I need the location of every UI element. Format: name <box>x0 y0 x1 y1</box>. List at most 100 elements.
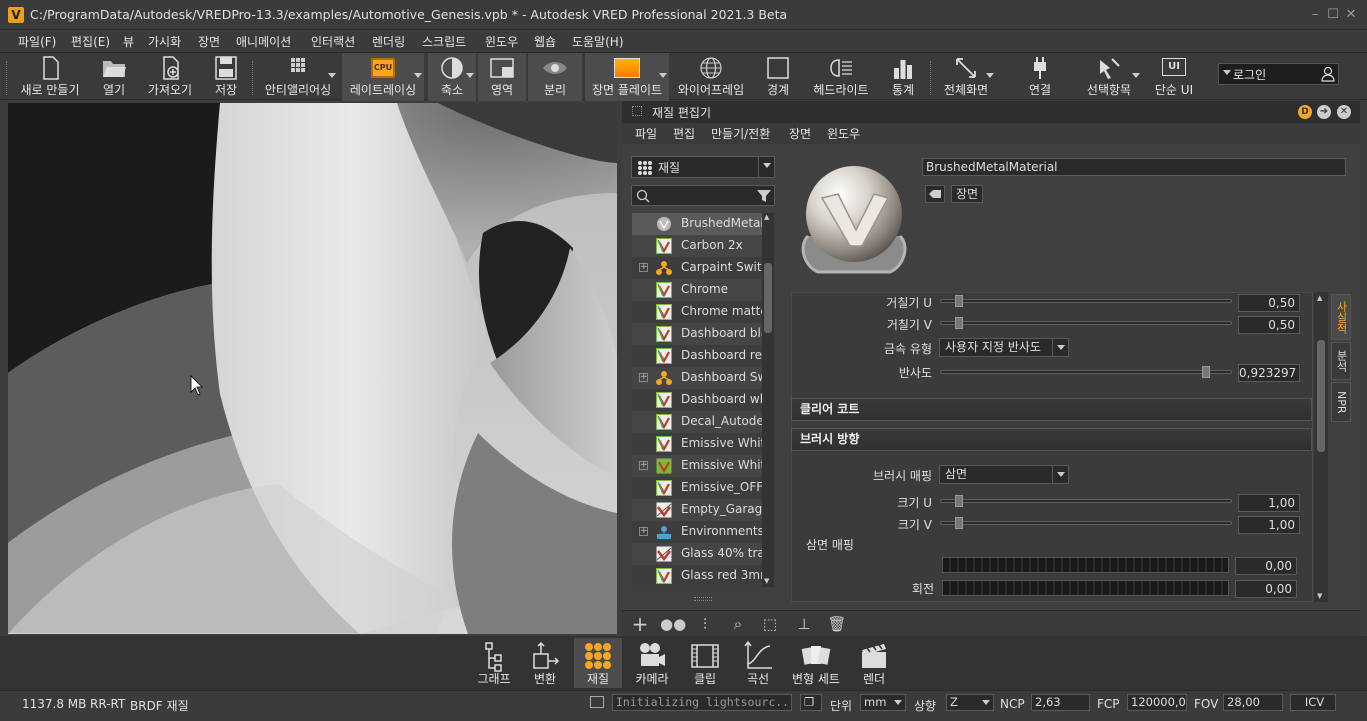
add-material-icon[interactable]: + <box>628 611 652 637</box>
menu-visualization[interactable]: 가시화 <box>148 33 181 50</box>
tree-item[interactable]: + Environments <box>632 521 762 543</box>
connect-button[interactable]: 연결 <box>1016 53 1064 101</box>
statistics-button[interactable]: 통계 <box>882 53 924 101</box>
maximize-button[interactable]: ☐ <box>1326 8 1340 22</box>
region-button[interactable]: 영역 <box>478 53 526 101</box>
tree-item[interactable]: Chrome <box>632 279 762 301</box>
scene-button[interactable]: 장면 <box>951 185 983 203</box>
menu-view[interactable]: 뷰 <box>123 33 134 50</box>
tree-item[interactable]: Dashboard red <box>632 345 762 367</box>
tab-realistic[interactable]: 사실적 <box>1331 294 1351 340</box>
filter-icon[interactable] <box>756 188 772 204</box>
headlight-button[interactable]: 헤드라이트 <box>806 53 876 101</box>
arrow-right-icon[interactable]: ➜ <box>1317 105 1331 119</box>
mat-menu-scene[interactable]: 장면 <box>789 125 811 142</box>
size-v-value[interactable]: 1,00 <box>1238 516 1300 534</box>
tree-item[interactable]: + Carpaint Switch <box>632 257 762 279</box>
brush-direction-section-header[interactable]: 브러시 방향 <box>791 428 1312 451</box>
selection-button[interactable]: 선택항목 <box>1076 53 1142 101</box>
dock-clip[interactable]: 클립 <box>682 638 728 688</box>
expand-icon[interactable]: + <box>639 527 648 536</box>
material-preview-sphere[interactable] <box>798 156 910 280</box>
tab-analytic[interactable]: 분석 <box>1331 342 1351 380</box>
dock-curve[interactable]: 곡선 <box>734 638 782 688</box>
menu-rendering[interactable]: 렌더링 <box>372 33 405 50</box>
menu-edit[interactable]: 편집(E) <box>71 33 110 50</box>
tree-item[interactable]: BrushedMetalM <box>632 213 762 235</box>
dock-transform[interactable]: 변환 <box>522 638 568 688</box>
ncp-field[interactable]: 2,63 <box>1031 694 1090 711</box>
select-object-icon[interactable]: ⬚ <box>758 611 782 637</box>
metal-type-combo[interactable]: 사용자 지정 반사도 <box>939 338 1069 357</box>
reflectivity-thumb[interactable] <box>1202 366 1210 378</box>
dock-handle-icon[interactable] <box>632 106 642 116</box>
size-u-slider[interactable] <box>940 495 1232 507</box>
search-material-icon[interactable]: ⌕ <box>726 611 750 637</box>
dock-variant-sets[interactable]: 변형 세트 <box>786 638 846 688</box>
scroll-down-icon[interactable]: ▼ <box>764 577 769 585</box>
tree-item[interactable]: + Emissive White <box>632 455 762 477</box>
tree-scrollbar[interactable]: ▲ ▼ <box>762 213 774 587</box>
tag-icon[interactable] <box>925 185 945 203</box>
roughness-v-value[interactable]: 0,50 <box>1238 316 1300 334</box>
material-search-input[interactable] <box>631 185 775 206</box>
tree-item[interactable]: Decal_Autodes <box>632 411 762 433</box>
dock-material[interactable]: 재질 <box>574 638 622 688</box>
roughness-u-thumb[interactable] <box>955 295 963 307</box>
rotation-value[interactable]: 0,00 <box>1235 580 1297 598</box>
tree-item[interactable]: Emissive_OFF <box>632 477 762 499</box>
mat-menu-edit[interactable]: 편집 <box>673 125 695 142</box>
mat-menu-file[interactable]: 파일 <box>635 125 657 142</box>
simple-ui-button[interactable]: UI 단순 UI <box>1148 53 1200 101</box>
tree-item[interactable]: Dashboard blac <box>632 323 762 345</box>
size-v-thumb[interactable] <box>955 517 963 529</box>
size-v-slider[interactable] <box>940 517 1232 529</box>
size-u-value[interactable]: 1,00 <box>1238 494 1300 512</box>
mat-menu-window[interactable]: 윈도우 <box>827 125 860 142</box>
fcp-field[interactable]: 120000,00 <box>1127 694 1187 711</box>
tree-item[interactable]: Glass red 3mm <box>632 565 762 587</box>
dock-camera[interactable]: 카메라 <box>628 638 676 688</box>
import-button[interactable]: 가져오기 <box>142 53 198 101</box>
terminal-icon[interactable] <box>590 696 604 708</box>
reflectivity-slider[interactable] <box>940 366 1232 378</box>
tree-item[interactable]: + Dashboard Swi <box>632 367 762 389</box>
expand-icon[interactable]: + <box>639 263 648 272</box>
spheres-icon[interactable]: ●● <box>660 611 686 637</box>
copy-icon[interactable]: ❐ <box>800 694 822 711</box>
tree-item[interactable]: Chrome matte <box>632 301 762 323</box>
fov-field[interactable]: 28,00 <box>1223 694 1283 711</box>
render-viewport[interactable] <box>8 103 617 634</box>
props-scroll-down-icon[interactable]: ▼ <box>1317 592 1322 600</box>
minimize-button[interactable]: – <box>1308 8 1322 22</box>
props-scrollbar[interactable]: ▲ ▼ <box>1314 292 1328 602</box>
fullscreen-button[interactable]: 전체화면 <box>936 53 996 101</box>
wireframe-button[interactable]: 와이어프레임 <box>672 53 750 101</box>
up-axis-combo[interactable]: Z <box>946 694 994 711</box>
scroll-up-icon[interactable]: ▲ <box>764 213 769 221</box>
menu-scene[interactable]: 장면 <box>198 33 220 50</box>
dock-graph[interactable]: 그래프 <box>472 638 516 688</box>
save-button[interactable]: 저장 <box>204 53 248 101</box>
menu-animation[interactable]: 애니메이션 <box>236 33 291 50</box>
tree-item[interactable]: Emissive White <box>632 433 762 455</box>
props-scroll-thumb[interactable] <box>1317 340 1325 452</box>
antialiasing-button[interactable]: 안티앨리어싱 <box>258 53 338 101</box>
props-scroll-up-icon[interactable]: ▲ <box>1317 294 1322 302</box>
icv-button[interactable]: ICV <box>1290 694 1336 711</box>
tab-npr[interactable]: NPR <box>1331 382 1351 422</box>
tree-item[interactable]: Empty_Garage <box>632 499 762 521</box>
roughness-v-slider[interactable] <box>940 317 1232 329</box>
roughness-u-slider[interactable] <box>940 295 1232 307</box>
roughness-u-value[interactable]: 0,50 <box>1238 294 1300 312</box>
bounds-button[interactable]: 경계 <box>756 53 800 101</box>
triplanar-value[interactable]: 0,00 <box>1235 557 1297 575</box>
material-name-field[interactable]: BrushedMetalMaterial <box>922 158 1346 176</box>
close-panel-icon[interactable]: ✕ <box>1337 105 1351 119</box>
login-box[interactable]: 로그인 <box>1218 63 1339 85</box>
menu-script[interactable]: 스크립트 <box>422 33 466 50</box>
menu-window[interactable]: 윈도우 <box>485 33 518 50</box>
menu-webshop[interactable]: 웹숍 <box>534 33 556 50</box>
mat-menu-create[interactable]: 만들기/전환 <box>711 125 770 142</box>
new-file-button[interactable]: 새로 만들기 <box>14 53 86 101</box>
